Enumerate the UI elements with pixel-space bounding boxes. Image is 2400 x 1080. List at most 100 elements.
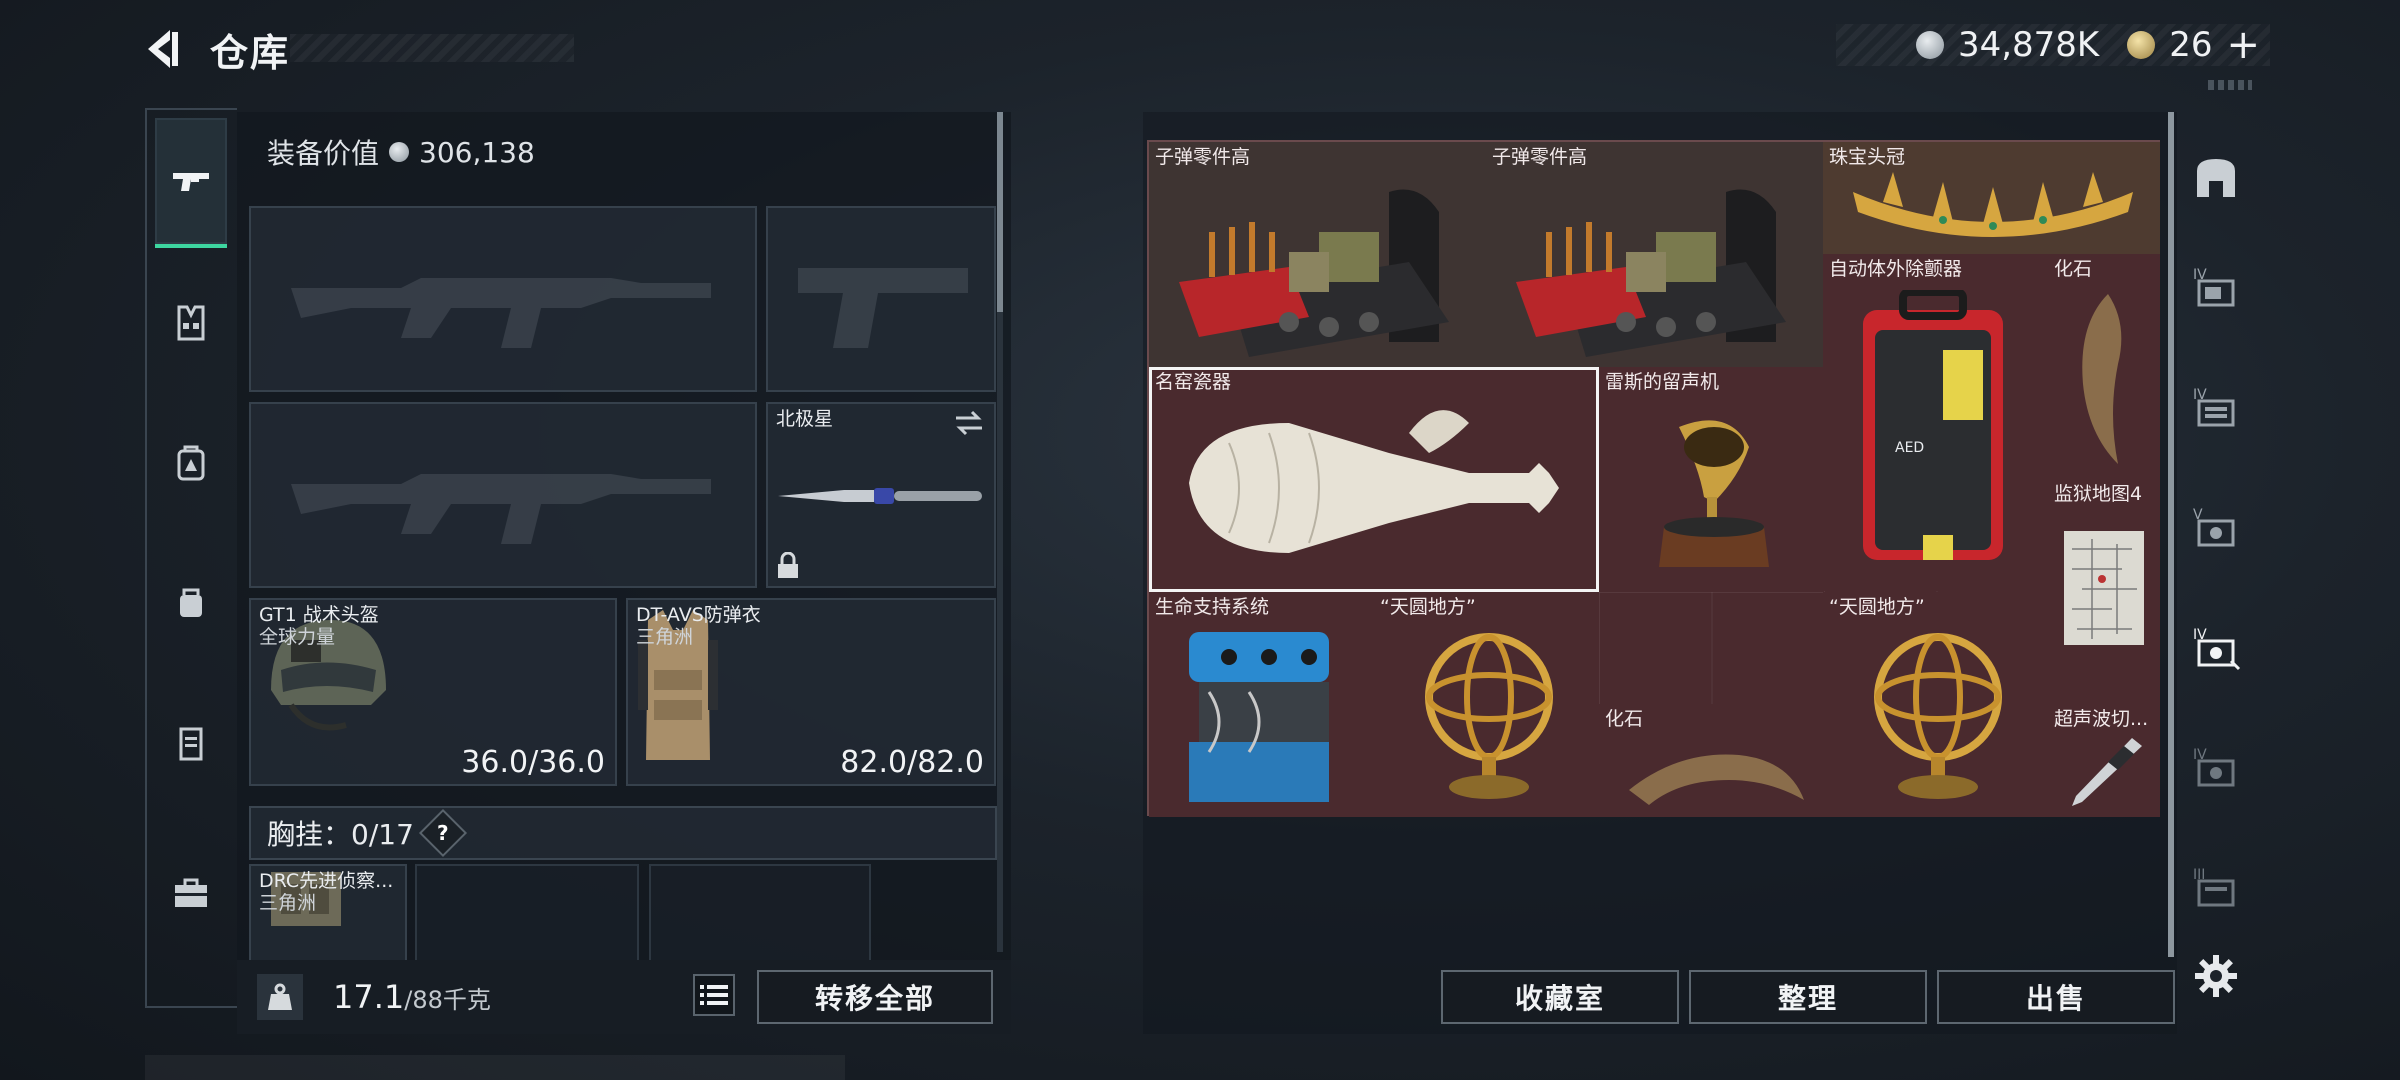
header: 仓库 34,878K 26 + <box>0 0 2400 100</box>
backpack-icon <box>177 445 205 481</box>
category-rail <box>145 108 237 1008</box>
stash-item-jewel-crown[interactable]: 珠宝头冠 <box>1823 142 2160 254</box>
item-name: 名窑瓷器 <box>1155 371 1232 393</box>
item-name: 生命支持系统 <box>1155 596 1270 618</box>
safe-icon <box>2197 159 2235 197</box>
weight-readout: 17.1/88千克 <box>333 978 491 1016</box>
melee-name: 北极星 <box>776 408 834 430</box>
stash-item-life-support[interactable]: 生命支持系统 <box>1149 592 1374 817</box>
helmet-slot[interactable]: GT1 战术头盔 全球力量 36.0/36.0 <box>249 598 617 786</box>
help-button[interactable]: ? <box>418 808 467 858</box>
helmet-name: GT1 战术头盔 <box>259 604 379 626</box>
crown-icon <box>1853 172 2133 237</box>
item-name: 珠宝头冠 <box>1829 146 1906 168</box>
tab-weapons[interactable] <box>155 118 227 248</box>
melee-slot[interactable]: 北极星 <box>766 402 996 588</box>
loadout-panel: 装备价值 306,138 北极星 GT1 战术头盔 全球力量 36.0/36.0… <box>237 112 1011 1034</box>
item-name: 超声波切... <box>2054 708 2149 730</box>
helmet-durability: 36.0/36.0 <box>461 745 605 780</box>
stash-item-ammo-parts-1[interactable]: 子弹零件高 <box>1149 142 1486 367</box>
rail-decoration <box>2208 80 2252 90</box>
stash-item-fossil-2[interactable]: 化石 <box>1599 704 1823 817</box>
silver-coin-icon <box>389 142 410 162</box>
add-currency-button[interactable]: + <box>2226 25 2260 65</box>
weight-bar: 17.1/88千克 转移全部 <box>237 960 1011 1034</box>
chest-rig-empty-slot[interactable] <box>415 864 639 974</box>
swap-icon[interactable] <box>952 408 986 438</box>
gold-coin-icon <box>2127 31 2156 59</box>
primary-weapon-slot-1[interactable] <box>249 206 757 392</box>
tab-container-3[interactable]: III <box>2190 862 2242 914</box>
map-icon <box>2064 531 2144 645</box>
tab-toolbox[interactable] <box>155 828 227 958</box>
item-name: 子弹零件高 <box>1492 146 1588 168</box>
bottom-blurred-strip <box>145 1055 845 1080</box>
transfer-all-button[interactable]: 转移全部 <box>757 970 993 1024</box>
stash-item-fossil-1[interactable]: 化石 <box>2048 254 2160 479</box>
chest-rig-empty-slot[interactable] <box>649 864 871 974</box>
silver-coin-icon <box>1915 31 1944 59</box>
equipment-value: 装备价值 306,138 <box>267 132 535 172</box>
chest-rig-item-faction: 三角洲 <box>259 892 317 914</box>
pistol-slot[interactable] <box>766 206 996 392</box>
primary-weapon-slot-2[interactable] <box>249 402 757 588</box>
defibrillator-icon <box>1863 290 2003 560</box>
tab-pouch[interactable] <box>155 538 227 668</box>
fossil-claw-icon <box>2082 294 2122 464</box>
silver-currency-value: 34,878K <box>1957 25 2100 65</box>
stash-item-ultrasonic-cutter[interactable]: 超声波切... <box>2048 704 2160 817</box>
chest-rig-item-name: DRC先进侦察... <box>259 870 394 892</box>
weight-current: 17.1 <box>333 978 405 1016</box>
stash-grid: 子弹零件高 子弹零件高 珠宝头冠 自动体外除颤器 AED 化石 名窑瓷器 雷斯的… <box>1147 140 2160 817</box>
tab-container-4[interactable]: IV <box>2190 262 2242 314</box>
lock-icon <box>778 552 798 578</box>
stash-item-porcelain[interactable]: 名窑瓷器 <box>1149 367 1599 592</box>
stash-item-gramophone[interactable]: 雷斯的留声机 <box>1599 367 1823 592</box>
loadout-scrollbar[interactable] <box>997 112 1003 952</box>
armillary-sphere-icon <box>1874 633 2002 799</box>
gramophone-icon <box>1659 420 1769 567</box>
currency-bar: 34,878K 26 + <box>1835 24 2270 66</box>
tab-backpack[interactable] <box>155 398 227 528</box>
stash-scrollbar[interactable] <box>2168 112 2174 957</box>
stash-item-armillary-1[interactable]: “天圆地方” <box>1374 592 1599 817</box>
knife-icon <box>778 488 982 504</box>
tab-container-4b[interactable]: IV <box>2190 382 2242 434</box>
tab-safe[interactable] <box>2190 152 2242 204</box>
item-name: “天圆地方” <box>1380 596 1476 618</box>
settings-button[interactable] <box>2190 950 2242 1002</box>
armor-durability: 82.0/82.0 <box>840 745 984 780</box>
container-4c-icon: IV <box>2193 627 2241 671</box>
stash-item-prison-map[interactable]: 监狱地图4 <box>2048 479 2160 704</box>
weight-max: /88千克 <box>404 986 491 1014</box>
tab-container-4c-active[interactable]: IV <box>2190 622 2242 674</box>
toolbox-icon <box>175 878 207 907</box>
organize-button[interactable]: 整理 <box>1689 970 1927 1024</box>
chest-rig-item-slot[interactable]: DRC先进侦察... 三角洲 <box>249 864 407 974</box>
tab-container-4d[interactable]: IV <box>2190 742 2242 794</box>
ultrasonic-cutter-icon <box>2072 738 2142 806</box>
stash-item-armillary-2[interactable]: “天圆地方” <box>1823 592 2048 817</box>
page-title: 仓库 <box>210 31 291 75</box>
armor-faction: 三角洲 <box>636 626 694 648</box>
vest-icon <box>177 305 205 341</box>
container-4d-icon: IV <box>2193 747 2235 787</box>
sell-button[interactable]: 出售 <box>1937 970 2175 1024</box>
tab-chest-rig[interactable] <box>155 258 227 388</box>
stash-item-ammo-parts-2[interactable]: 子弹零件高 <box>1486 142 1823 367</box>
ammo-parts-icon <box>1516 189 1786 357</box>
tab-container-5[interactable]: V <box>2190 502 2242 554</box>
equipment-value-label: 装备价值 <box>267 137 380 170</box>
life-support-icon <box>1189 632 1329 802</box>
tab-case[interactable] <box>155 678 227 808</box>
list-view-button[interactable] <box>693 974 735 1016</box>
pistol-silhouette-icon <box>798 268 968 348</box>
armor-slot[interactable]: DT-AVS防弹衣 三角洲 82.0/82.0 <box>626 598 996 786</box>
rifle-silhouette-icon <box>291 278 711 348</box>
collection-room-button[interactable]: 收藏室 <box>1441 970 1679 1024</box>
container-4b-icon: IV <box>2193 387 2235 427</box>
equipment-value-amount: 306,138 <box>419 135 535 169</box>
stash-item-aed[interactable]: 自动体外除颤器 AED <box>1823 254 2048 591</box>
weight-icon <box>257 974 303 1020</box>
back-arrow-icon[interactable] <box>140 24 190 74</box>
